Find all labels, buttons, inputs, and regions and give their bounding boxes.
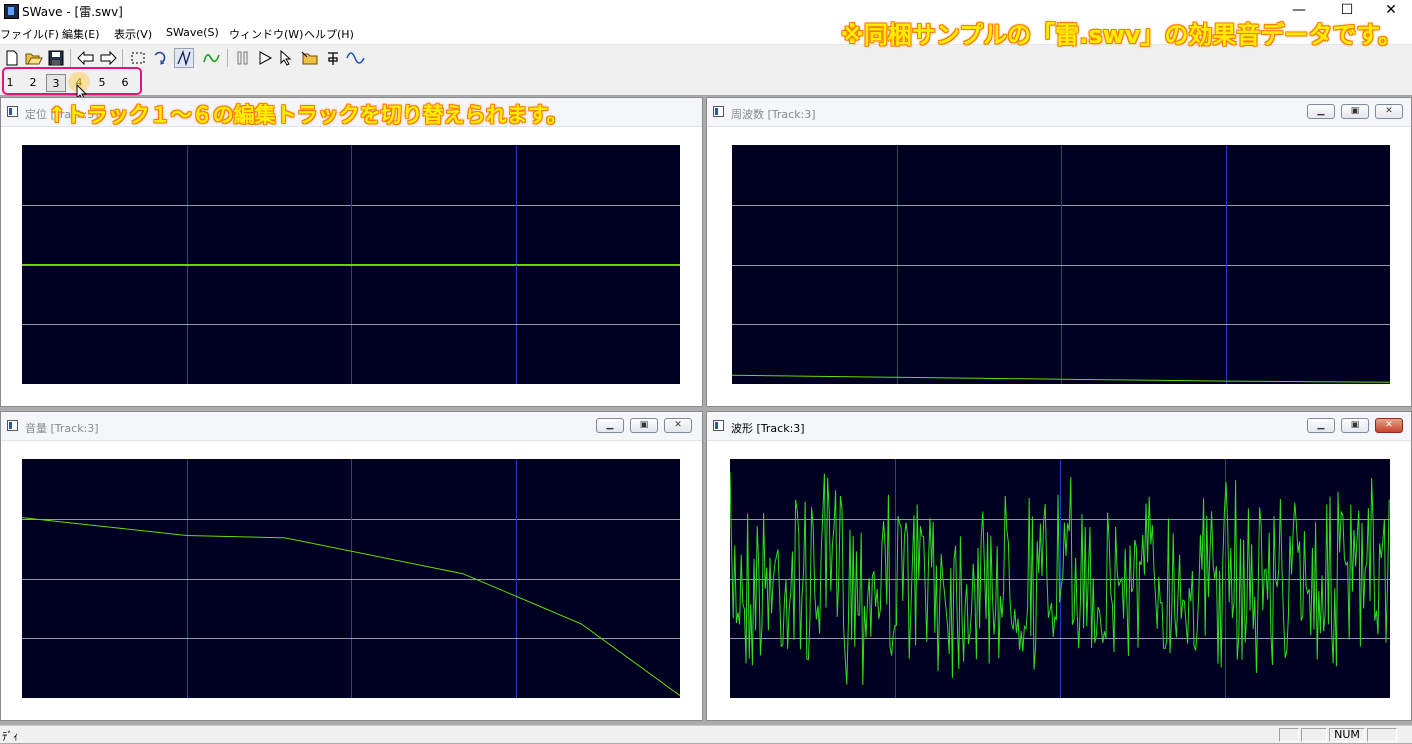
status-panel — [1279, 728, 1299, 742]
waveform-trace — [730, 472, 1390, 686]
toolbar-separator — [227, 49, 228, 67]
menu-view[interactable]: 表示(V) — [114, 26, 152, 42]
minimize-button[interactable]: ▁ — [596, 418, 624, 433]
window-title: SWave - [雷.swv] — [22, 5, 123, 19]
num-lock-indicator: NUM — [1329, 728, 1365, 742]
open-folder-icon[interactable] — [24, 48, 44, 68]
new-file-icon[interactable] — [2, 48, 22, 68]
window-icon — [713, 106, 724, 117]
app-icon — [4, 4, 19, 19]
close-button[interactable]: ✕ — [1375, 418, 1403, 433]
window-icon — [7, 420, 18, 431]
line-draw-icon[interactable] — [174, 48, 194, 68]
maximize-button[interactable]: ▣ — [1341, 418, 1369, 433]
waveform-window[interactable]: 波形 [Track:3] ▁ ▣ ✕ — [706, 411, 1412, 721]
play-icon[interactable] — [255, 48, 275, 68]
waveform-window-caption: 波形 [Track:3] — [731, 422, 805, 435]
status-panel — [1301, 728, 1327, 742]
frequency-plot[interactable] — [732, 145, 1390, 384]
toolbar-separator — [122, 49, 123, 67]
track-bar — [0, 71, 1412, 96]
sine-icon[interactable] — [346, 48, 366, 68]
minimize-button[interactable]: ▁ — [1307, 104, 1335, 119]
window-icon — [713, 420, 724, 431]
window-icon — [7, 106, 18, 117]
close-button[interactable]: ✕ — [664, 418, 692, 433]
annotation-track-note: ↑トラック１～６の編集トラックを切り替えられます。 — [48, 103, 568, 127]
frequency-window-titlebar[interactable]: 周波数 [Track:3] ▁ ▣ ✕ — [707, 98, 1411, 127]
close-button[interactable]: ✕ — [1375, 104, 1403, 119]
frequency-window[interactable]: 周波数 [Track:3] ▁ ▣ ✕ — [706, 97, 1412, 407]
pan-window[interactable]: 定位 [Track:3] — [0, 97, 703, 407]
pause-icon[interactable] — [233, 48, 253, 68]
menu-edit[interactable]: 編集(E) — [62, 26, 100, 42]
menu-window[interactable]: ウィンドウ(W) — [229, 26, 303, 42]
menu-swave[interactable]: SWave(S) — [166, 26, 219, 39]
select-rect-icon[interactable] — [128, 48, 148, 68]
menu-file[interactable]: ファイル(F) — [0, 26, 59, 42]
minimize-button[interactable]: ▁ — [1307, 418, 1335, 433]
annotation-sample-note: ※同梱サンプルの「雷.swv」の効果音データです。 — [840, 21, 1402, 49]
volume-window[interactable]: 音量 [Track:3] ▁ ▣ ✕ — [0, 411, 703, 721]
pan-plot[interactable] — [22, 145, 680, 384]
pointer-icon[interactable] — [277, 48, 297, 68]
track-buttons-highlight — [2, 67, 142, 95]
volume-plot[interactable] — [22, 459, 680, 698]
menu-help[interactable]: ヘルプ(H) — [304, 26, 354, 42]
frequency-window-caption: 周波数 [Track:3] — [731, 108, 816, 121]
waveform-window-titlebar[interactable]: 波形 [Track:3] ▁ ▣ ✕ — [707, 412, 1411, 441]
insert-icon[interactable] — [300, 48, 320, 68]
rotate-icon[interactable] — [150, 48, 170, 68]
toolbar-separator — [70, 49, 71, 67]
status-panel — [1367, 728, 1397, 742]
redo-arrow-icon[interactable] — [98, 48, 118, 68]
waveform-plot[interactable] — [730, 459, 1390, 698]
status-bar: ﾃﾞｨ NUM — [0, 725, 1412, 743]
volume-window-caption: 音量 [Track:3] — [25, 422, 99, 435]
save-icon[interactable] — [46, 48, 66, 68]
volume-window-titlebar[interactable]: 音量 [Track:3] ▁ ▣ ✕ — [1, 412, 702, 441]
maximize-button[interactable]: ▣ — [1341, 104, 1369, 119]
maximize-button[interactable]: ▣ — [630, 418, 658, 433]
undo-arrow-icon[interactable] — [76, 48, 96, 68]
marker-icon[interactable] — [323, 48, 343, 68]
wave-draw-icon[interactable] — [202, 48, 222, 68]
